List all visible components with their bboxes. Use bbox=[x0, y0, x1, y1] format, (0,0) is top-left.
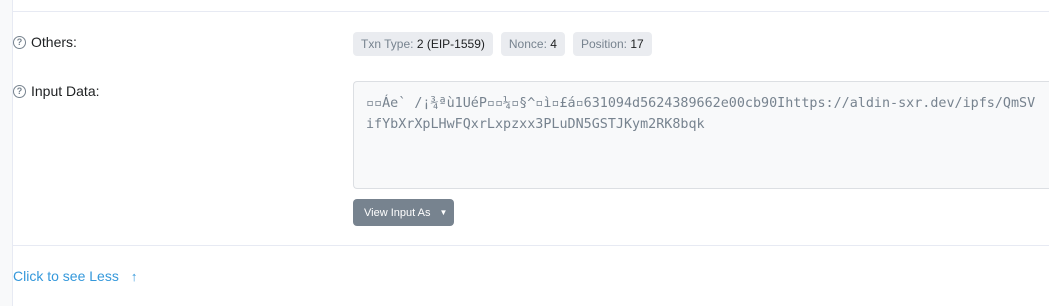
divider-bottom bbox=[12, 245, 1049, 246]
txn-type-key: Txn Type: bbox=[361, 37, 414, 51]
nonce-badge: Nonce: 4 bbox=[500, 32, 565, 56]
question-circle-icon[interactable]: ? bbox=[13, 84, 26, 98]
txn-type-value: 2 (EIP-1559) bbox=[416, 37, 485, 51]
others-label: Others: bbox=[31, 34, 77, 50]
see-less-link[interactable]: Click to see Less ↑ bbox=[13, 268, 137, 284]
view-input-as-button[interactable]: View Input As ▼ bbox=[353, 199, 454, 226]
view-input-as-label: View Input As bbox=[364, 206, 431, 219]
arrow-up-icon: ↑ bbox=[130, 268, 138, 284]
nonce-value: 4 bbox=[550, 37, 557, 51]
position-key: Position: bbox=[580, 37, 627, 51]
input-data-row-label: ? Input Data: bbox=[13, 83, 100, 99]
input-data-textarea[interactable]: ▫▫Áe` /¡¾ªù1UéP▫▫¼▫§^▫ì▫£á▫631094d562438… bbox=[353, 81, 1049, 189]
caret-down-icon: ▼ bbox=[439, 208, 448, 217]
position-badge: Position: 17 bbox=[572, 32, 652, 56]
divider-top bbox=[12, 11, 1049, 12]
others-row-label: ? Others: bbox=[13, 34, 77, 50]
txn-type-badge: Txn Type: 2 (EIP-1559) bbox=[353, 32, 493, 56]
others-badges: Txn Type: 2 (EIP-1559) Nonce: 4 Position… bbox=[353, 32, 652, 56]
nonce-key: Nonce: bbox=[508, 37, 547, 51]
position-value: 17 bbox=[630, 37, 644, 51]
question-circle-icon[interactable]: ? bbox=[13, 35, 26, 49]
see-less-label: Click to see Less bbox=[13, 268, 119, 284]
input-data-label: Input Data: bbox=[31, 83, 100, 99]
